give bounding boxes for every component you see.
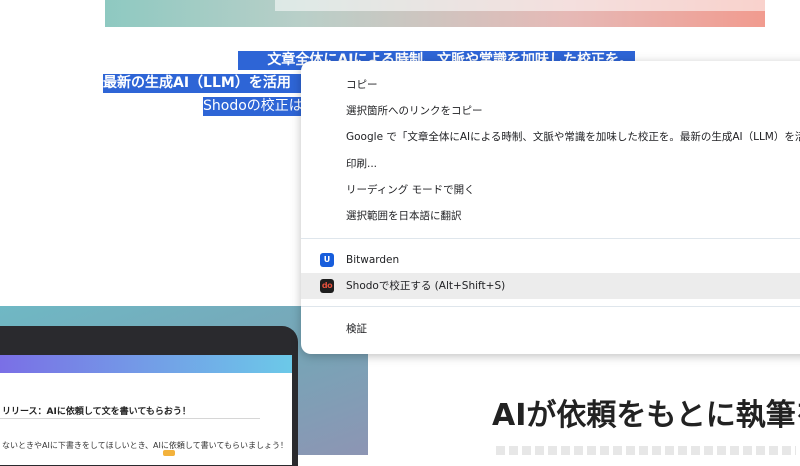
menu-item-shodo-label: Shodoで校正する (Alt+Shift+S) bbox=[346, 280, 506, 292]
menu-item-bitwarden-label: Bitwarden bbox=[346, 254, 400, 266]
menu-item-reading-mode[interactable]: リーディング モードで開く bbox=[301, 177, 800, 203]
menu-separator bbox=[301, 238, 800, 239]
laptop-screen-header bbox=[0, 355, 292, 373]
selected-text-line-3[interactable]: Shodoの校正は bbox=[203, 97, 301, 116]
illustration-divider bbox=[0, 418, 260, 419]
menu-item-copy-link[interactable]: 選択箇所へのリンクをコピー bbox=[301, 98, 800, 124]
shodo-icon: do bbox=[320, 279, 334, 293]
selected-text-line-2[interactable]: 最新の生成AI（LLM）を活用 bbox=[103, 74, 301, 93]
menu-separator bbox=[301, 306, 800, 307]
illustration-highlight bbox=[163, 450, 175, 456]
hero-image-inner bbox=[275, 0, 800, 11]
menu-item-translate[interactable]: 選択範囲を日本語に翻訳 bbox=[301, 203, 800, 229]
menu-item-bitwarden[interactable]: U Bitwarden bbox=[301, 247, 800, 273]
menu-item-google-search[interactable]: Google で「文章全体にAIによる時制、文脈や常識を加味した校正を。最新の生… bbox=[301, 124, 800, 150]
illustration-title: リリース：AIに依頼して文を書いてもらおう！ bbox=[2, 407, 191, 417]
menu-item-copy[interactable]: コピー bbox=[301, 72, 800, 98]
context-menu: コピー 選択箇所へのリンクをコピー Google で「文章全体にAIによる時制、… bbox=[301, 61, 800, 354]
section-heading: AIが依頼をもとに執筆を bbox=[492, 398, 800, 433]
bitwarden-icon: U bbox=[320, 253, 334, 267]
menu-item-shodo[interactable]: do Shodoで校正する (Alt+Shift+S) bbox=[301, 273, 800, 299]
hero-image bbox=[105, 0, 800, 27]
faint-paragraph bbox=[496, 446, 796, 455]
illustration-text: ないときやAIに下書きをしてほしいとき、AIに依頼して書いてもらいましょう！ bbox=[2, 441, 288, 450]
menu-item-inspect[interactable]: 検証 bbox=[301, 316, 800, 342]
menu-item-print[interactable]: 印刷... bbox=[301, 151, 800, 177]
